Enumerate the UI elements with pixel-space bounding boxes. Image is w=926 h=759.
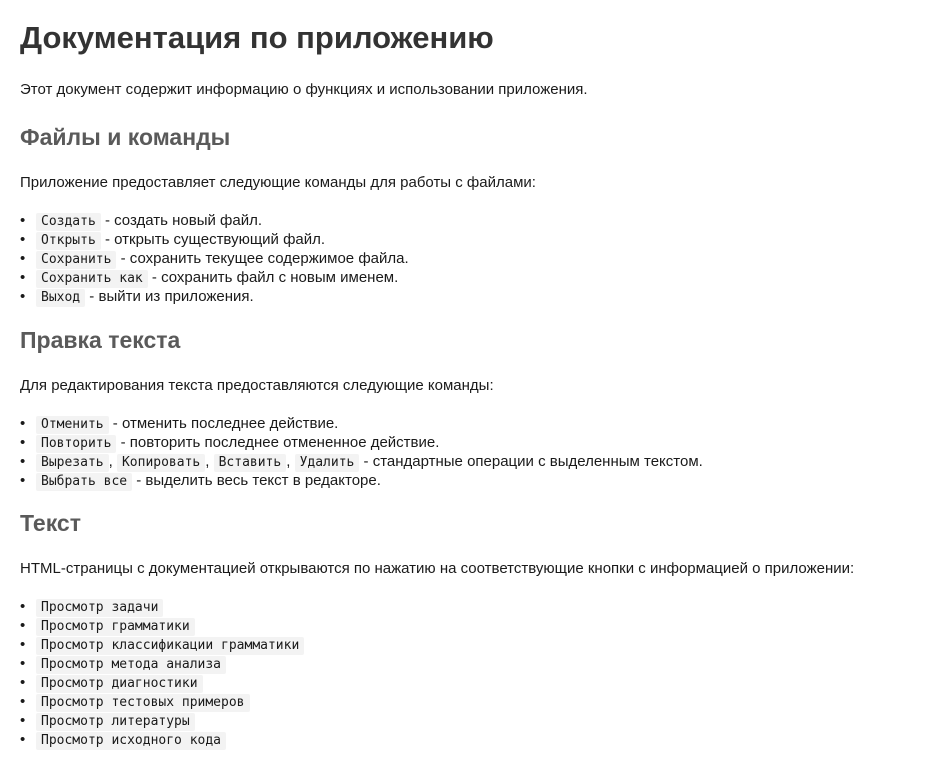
command-code: Создать	[36, 213, 101, 231]
section-heading-text: Текст	[20, 510, 81, 536]
bullet-icon: •	[20, 712, 26, 729]
command-code: Просмотр классификации грамматики	[36, 637, 305, 655]
bullet-icon: •	[20, 636, 26, 653]
list-item: • Просмотр задачи	[20, 597, 304, 617]
bullet-icon: •	[20, 250, 26, 267]
list-item: • Просмотр тестовых примеров	[20, 692, 304, 712]
bullet-icon: •	[20, 269, 26, 286]
list-item: • Просмотр грамматики	[20, 616, 304, 636]
command-code: Сохранить	[36, 251, 117, 269]
command-code: Просмотр грамматики	[36, 618, 195, 636]
intro-text: Этот документ содержит информацию о функ…	[20, 81, 588, 98]
item-description: - стандартные операции с выделенным текс…	[359, 453, 703, 470]
command-code: Просмотр метода анализа	[36, 656, 227, 674]
bullet-icon: •	[20, 415, 26, 432]
command-code: Вырезать	[36, 454, 109, 472]
list-item: • Просмотр классификации грамматики	[20, 635, 305, 655]
list-item: • Открыть - открыть существующий файл.	[20, 230, 409, 250]
list-item: • Просмотр исходного кода	[20, 730, 304, 750]
list-item: • Повторить - повторить последнее отменен…	[20, 433, 703, 453]
command-code: Сохранить как	[36, 270, 148, 288]
list-item: • Сохранить - сохранить текущее содержимо…	[20, 249, 409, 269]
section-heading-files: Файлы и команды	[20, 124, 231, 150]
command-code: Просмотр тестовых примеров	[36, 694, 250, 712]
list-item: • Просмотр метода анализа	[20, 654, 304, 674]
list-item: • Создать - создать новый файл.	[20, 211, 409, 231]
command-code: Выход	[36, 289, 86, 307]
list-text: • Просмотр задачи • Просмотр грамматики • Про…	[20, 597, 305, 750]
command-code: Просмотр задачи	[36, 599, 164, 617]
item-description: - повторить последнее отмененное действи…	[116, 434, 440, 451]
bullet-icon: •	[20, 674, 26, 691]
item-description: - сохранить файл с новым именем.	[147, 269, 399, 286]
section-intro-text: HTML-страницы с документацией открываютс…	[20, 560, 855, 577]
section-intro-editing: Для редактирования текста предоставляютс…	[20, 377, 494, 394]
list-item: • Выбрать все - выделить весь текст в ред…	[20, 471, 703, 491]
bullet-icon: •	[20, 655, 26, 672]
command-code: Вставить	[213, 454, 287, 472]
bullet-icon: •	[20, 731, 26, 748]
section-heading-editing: Правка текста	[20, 327, 181, 353]
list-item: • Отменить - отменить последнее действие.	[20, 414, 703, 434]
command-code: Просмотр литературы	[36, 713, 195, 731]
bullet-icon: •	[20, 617, 26, 634]
list-item: • Вырезать, Копировать, Вставить, Удалить…	[20, 453, 703, 472]
page-title: Документация по приложению	[20, 20, 494, 55]
section-intro-files: Приложение предоставляет следующие коман…	[20, 174, 536, 191]
item-description: - выделить весь текст в редакторе.	[132, 472, 381, 489]
list-item: • Просмотр диагностики	[20, 673, 304, 693]
command-code: Удалить	[294, 454, 360, 472]
bullet-icon: •	[20, 434, 26, 451]
item-description: - открыть существующий файл.	[100, 231, 326, 248]
bullet-icon: •	[20, 693, 26, 710]
bullet-icon: •	[20, 598, 26, 615]
bullet-icon: •	[20, 453, 26, 470]
item-description: - выйти из приложения.	[85, 288, 254, 305]
bullet-icon: •	[20, 212, 26, 229]
command-code: Просмотр исходного кода	[36, 732, 227, 750]
command-code: Выбрать все	[36, 473, 133, 491]
list-editing: • Отменить - отменить последнее действие.…	[20, 414, 703, 491]
item-description: - создать новый файл.	[100, 212, 263, 229]
item-description: - отменить последнее действие.	[108, 415, 339, 432]
command-code: Копировать	[116, 454, 206, 472]
item-description: - сохранить текущее содержимое файла.	[116, 250, 409, 267]
command-code: Просмотр диагностики	[36, 675, 203, 693]
list-files: • Создать - создать новый файл. • Открыть -…	[20, 211, 409, 307]
bullet-icon: •	[20, 472, 26, 489]
list-item: • Просмотр литературы	[20, 711, 304, 731]
command-code: Повторить	[36, 435, 117, 453]
command-code: Отменить	[36, 416, 109, 434]
list-item: • Сохранить как - сохранить файл с новым …	[20, 268, 409, 288]
bullet-icon: •	[20, 288, 26, 305]
bullet-icon: •	[20, 231, 26, 248]
list-item: • Выход - выйти из приложения.	[20, 287, 409, 307]
command-code: Открыть	[36, 232, 101, 250]
